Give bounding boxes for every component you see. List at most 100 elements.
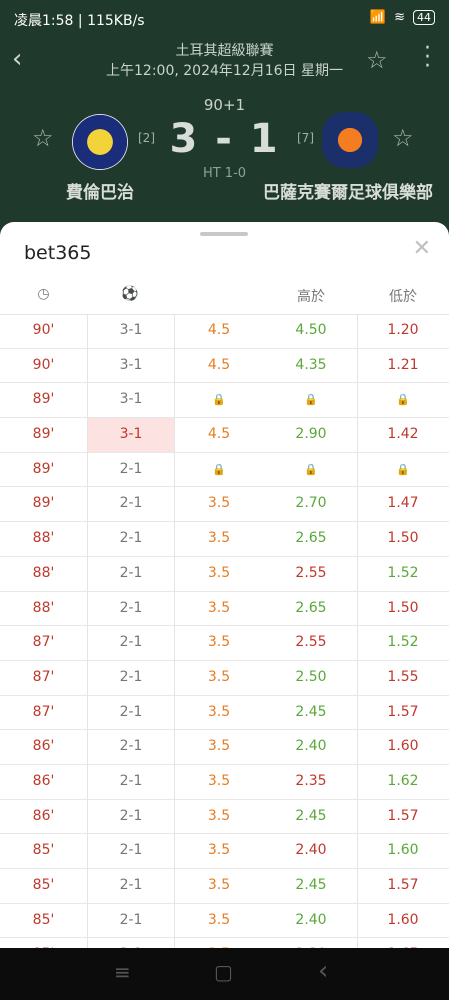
table-row: 89' 3-1 🔒 🔒 🔒 <box>0 383 449 419</box>
minute-cell: 85' <box>32 877 55 893</box>
under-odds-cell: 1.20 <box>387 322 419 338</box>
back-icon[interactable]: ‹ <box>318 956 328 986</box>
minute-cell: 88' <box>32 530 55 547</box>
score-cell: 2-1 <box>87 522 175 556</box>
table-row: 90' 3-1 4.5 4.35 1.21 <box>0 348 449 384</box>
score-cell: 3-1 <box>87 348 175 383</box>
line-cell: 🔒 <box>212 462 226 476</box>
line-cell: 3.5 <box>207 703 231 720</box>
minute-cell: 90' <box>32 356 55 373</box>
over-odds-cell: 2.45 <box>265 869 358 903</box>
match-header: 凌晨1:58 | 115KB/s 📶 ≋ 44 ‹ 土耳其超級聯賽 上午12:0… <box>0 0 449 240</box>
over-odds-cell: 2.70 <box>265 487 358 522</box>
score-cell: 2-1 <box>87 903 175 938</box>
line-cell: 3.5 <box>207 668 231 685</box>
score-cell: 3-1 <box>87 383 175 418</box>
score-cell: 2-1 <box>87 834 175 868</box>
over-odds-cell: 🔒 <box>265 383 358 418</box>
minute-cell: 89' <box>32 426 55 443</box>
score-cell: 2-1 <box>87 556 175 591</box>
under-odds-cell: 1.55 <box>387 668 419 685</box>
under-odds-cell: 1.57 <box>387 703 419 720</box>
table-row: 87' 2-1 3.5 2.50 1.55 <box>0 660 449 696</box>
away-team-name[interactable]: 巴薩克賽爾足球俱樂部 <box>263 178 433 203</box>
under-odds-cell: 1.50 <box>387 599 419 616</box>
signal-icon: 📶 <box>369 10 387 25</box>
favorite-away-star-icon[interactable]: ☆ <box>392 124 414 152</box>
over-odds-cell: 🔒 <box>265 452 358 487</box>
over-odds-cell: 2.40 <box>265 834 358 868</box>
score-cell: 2-1 <box>87 626 175 660</box>
under-odds-cell: 1.65 <box>357 938 449 948</box>
over-odds-cell: 2.30 <box>265 938 358 948</box>
score-cell: 2-1 <box>87 938 175 948</box>
table-row: 85' 2-1 3.5 2.45 1.57 <box>0 869 449 904</box>
minute-cell: 85' <box>32 842 55 859</box>
under-odds-cell: 1.42 <box>387 426 419 443</box>
minute-cell: 86' <box>32 772 55 789</box>
table-row: 87' 2-1 3.5 2.45 1.57 <box>0 695 449 731</box>
minute-cell: 87' <box>32 703 55 720</box>
score-cell: 2-1 <box>87 764 175 799</box>
score-cell: 3-1 <box>87 418 175 452</box>
table-row: 86' 2-1 3.5 2.40 1.60 <box>0 730 449 765</box>
over-odds-cell: 2.55 <box>265 556 358 591</box>
under-odds-cell: 🔒 <box>396 393 410 407</box>
line-cell: 3.5 <box>207 911 231 928</box>
favorite-match-star-icon[interactable]: ☆ <box>366 46 388 74</box>
under-header: 低於 <box>389 289 417 305</box>
score-cell: 2-1 <box>87 869 175 903</box>
drag-handle[interactable] <box>200 232 248 236</box>
line-cell: 3.5 <box>207 842 231 859</box>
under-odds-cell: 1.21 <box>387 356 419 373</box>
over-odds-cell: 2.65 <box>265 591 358 626</box>
table-row: 88' 2-1 3.5 2.65 1.50 <box>0 591 449 627</box>
minute-cell: 88' <box>32 599 55 616</box>
over-odds-cell: 2.45 <box>265 799 358 834</box>
under-odds-cell: 1.57 <box>387 807 419 824</box>
table-header: ◷ ⚽ 高於 低於 <box>0 280 449 315</box>
battery-icon: 44 <box>413 10 435 25</box>
match-clock: 90+1 <box>203 96 246 114</box>
score-cell: 2-1 <box>87 591 175 626</box>
menu-icon[interactable]: ≡ <box>114 960 131 984</box>
away-team-logo[interactable] <box>322 112 378 168</box>
table-row: 86' 2-1 3.5 2.45 1.57 <box>0 799 449 835</box>
bookmaker-title: bet365 <box>24 242 92 264</box>
line-cell: 4.5 <box>207 322 231 338</box>
table-row: 89' 3-1 4.5 2.90 1.42 <box>0 418 449 453</box>
score-cell: 2-1 <box>87 487 175 522</box>
ball-icon: ⚽ <box>121 286 139 302</box>
over-odds-cell: 2.40 <box>265 730 358 764</box>
line-cell: 3.5 <box>207 599 231 616</box>
line-cell: 4.5 <box>207 356 231 373</box>
table-row: 90' 3-1 4.5 4.50 1.20 <box>0 314 449 349</box>
line-cell: 3.5 <box>207 877 231 893</box>
minute-cell: 85' <box>32 911 55 928</box>
over-odds-cell: 4.50 <box>265 314 358 348</box>
over-odds-cell: 2.45 <box>265 695 358 730</box>
table-row: 85'2-13.52.301.65 <box>0 938 449 948</box>
minute-cell: 87' <box>32 668 55 685</box>
table-row: 85' 2-1 3.5 2.40 1.60 <box>0 834 449 869</box>
under-odds-cell: 1.50 <box>387 530 419 547</box>
more-menu-icon[interactable]: · · · <box>424 38 431 78</box>
minute-cell: 86' <box>32 738 55 755</box>
under-odds-cell: 1.60 <box>387 911 419 928</box>
line-cell: 3.5 <box>173 938 265 948</box>
over-header: 高於 <box>297 289 325 305</box>
under-odds-cell: 1.57 <box>387 877 419 893</box>
over-odds-cell: 4.35 <box>265 348 358 383</box>
line-cell: 3.5 <box>207 530 231 547</box>
over-odds-cell: 2.50 <box>265 660 358 695</box>
table-row: 87' 2-1 3.5 2.55 1.52 <box>0 626 449 661</box>
system-nav-bar: ≡ ▢ ‹ <box>0 948 449 1000</box>
home-icon[interactable]: ▢ <box>214 960 233 984</box>
minute-cell: 88' <box>32 564 55 581</box>
status-time: 凌晨1:58 <box>14 13 74 29</box>
close-icon[interactable]: ✕ <box>413 236 431 261</box>
score-cell: 2-1 <box>87 730 175 764</box>
home-team-name[interactable]: 費倫巴治 <box>66 178 134 203</box>
score-cell: 2-1 <box>87 452 175 487</box>
minute-cell: 86' <box>32 807 55 824</box>
